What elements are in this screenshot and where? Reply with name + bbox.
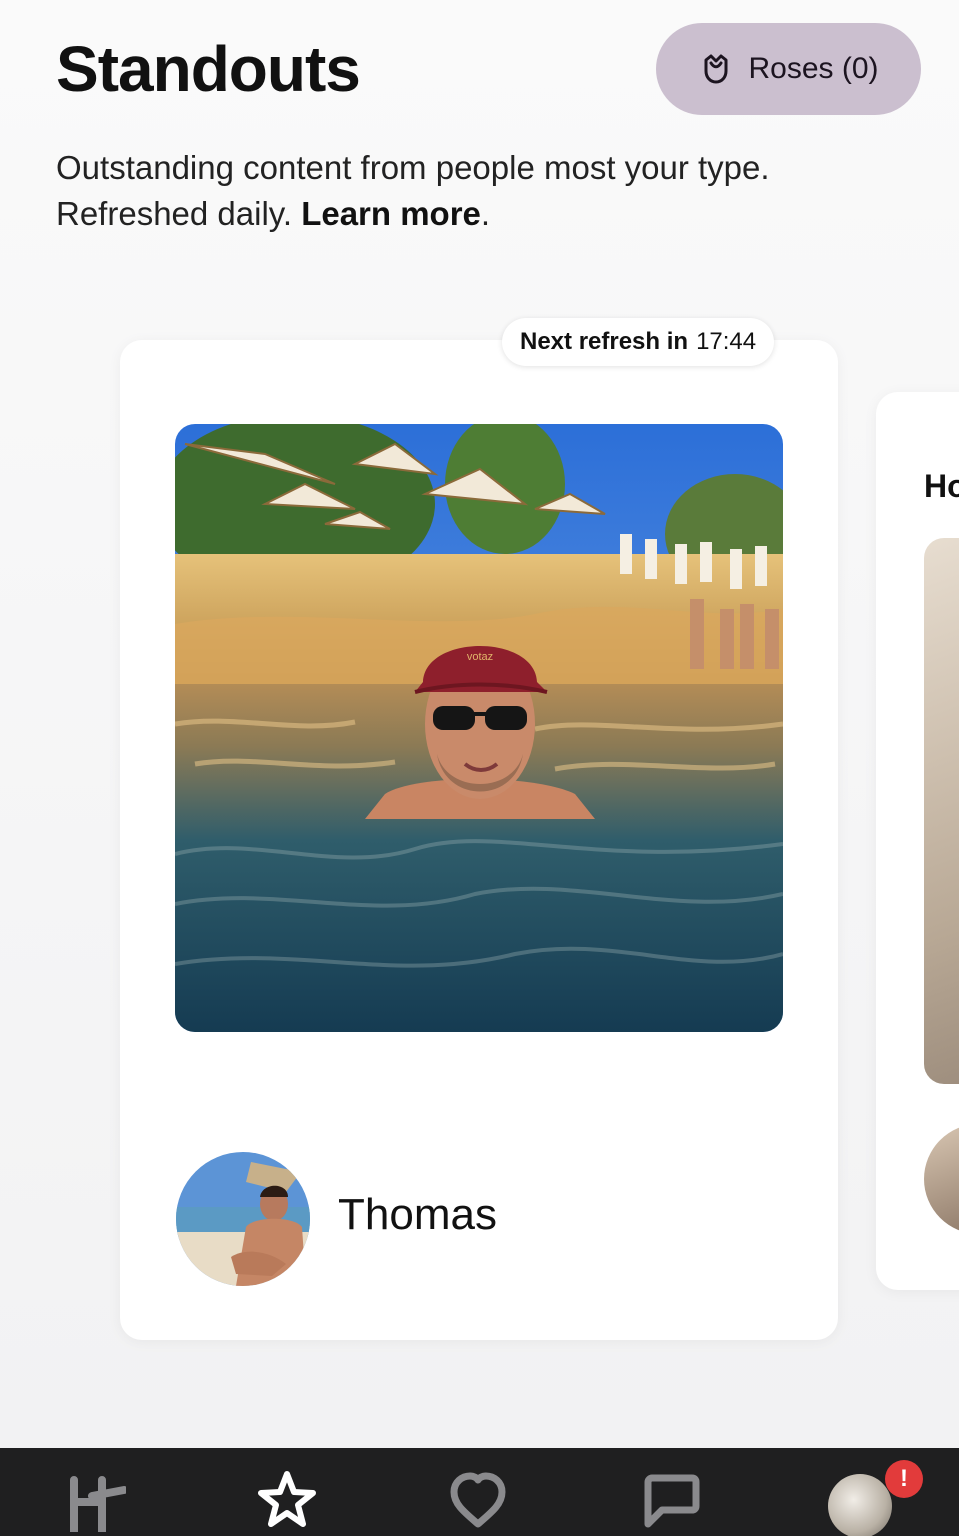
- next-standout-card[interactable]: Ho: [876, 392, 959, 1290]
- profile-name[interactable]: Thomas: [338, 1190, 497, 1240]
- subtitle-period: .: [480, 195, 491, 232]
- home-tab[interactable]: [58, 1468, 130, 1536]
- notification-badge: !: [885, 1460, 923, 1498]
- roses-button[interactable]: Roses (0): [656, 23, 921, 115]
- thomas-avatar-photo: [176, 1152, 310, 1286]
- profile-avatar[interactable]: [176, 1152, 310, 1286]
- refresh-timer-pill: Next refresh in 17:44: [502, 318, 775, 366]
- roses-button-label: Roses (0): [748, 52, 879, 85]
- next-card-prompt: Ho: [924, 468, 959, 504]
- standouts-tab[interactable]: [251, 1468, 323, 1536]
- matches-tab[interactable]: [634, 1468, 706, 1536]
- next-card-photo: [924, 538, 959, 1084]
- next-card-avatar: [924, 1124, 959, 1234]
- chat-bubble-icon: [644, 1474, 700, 1528]
- star-icon: [258, 1471, 316, 1527]
- hinge-logo-icon: [70, 1476, 126, 1532]
- page-title: Standouts: [56, 33, 361, 105]
- heart-icon: [450, 1472, 506, 1528]
- refresh-time: 17:44: [696, 328, 757, 355]
- rose-icon: [704, 54, 728, 84]
- cap-logo: votaz: [467, 651, 493, 663]
- learn-more-link[interactable]: Learn more: [301, 195, 481, 232]
- likes-tab[interactable]: [442, 1468, 514, 1536]
- refresh-label: Next refresh in: [520, 328, 689, 355]
- profile-tab-avatar[interactable]: [828, 1474, 892, 1536]
- beach-swim-photo: votaz: [175, 424, 783, 1032]
- standout-photo[interactable]: votaz: [175, 424, 783, 1032]
- page-subtitle: Outstanding content from people most you…: [56, 145, 916, 237]
